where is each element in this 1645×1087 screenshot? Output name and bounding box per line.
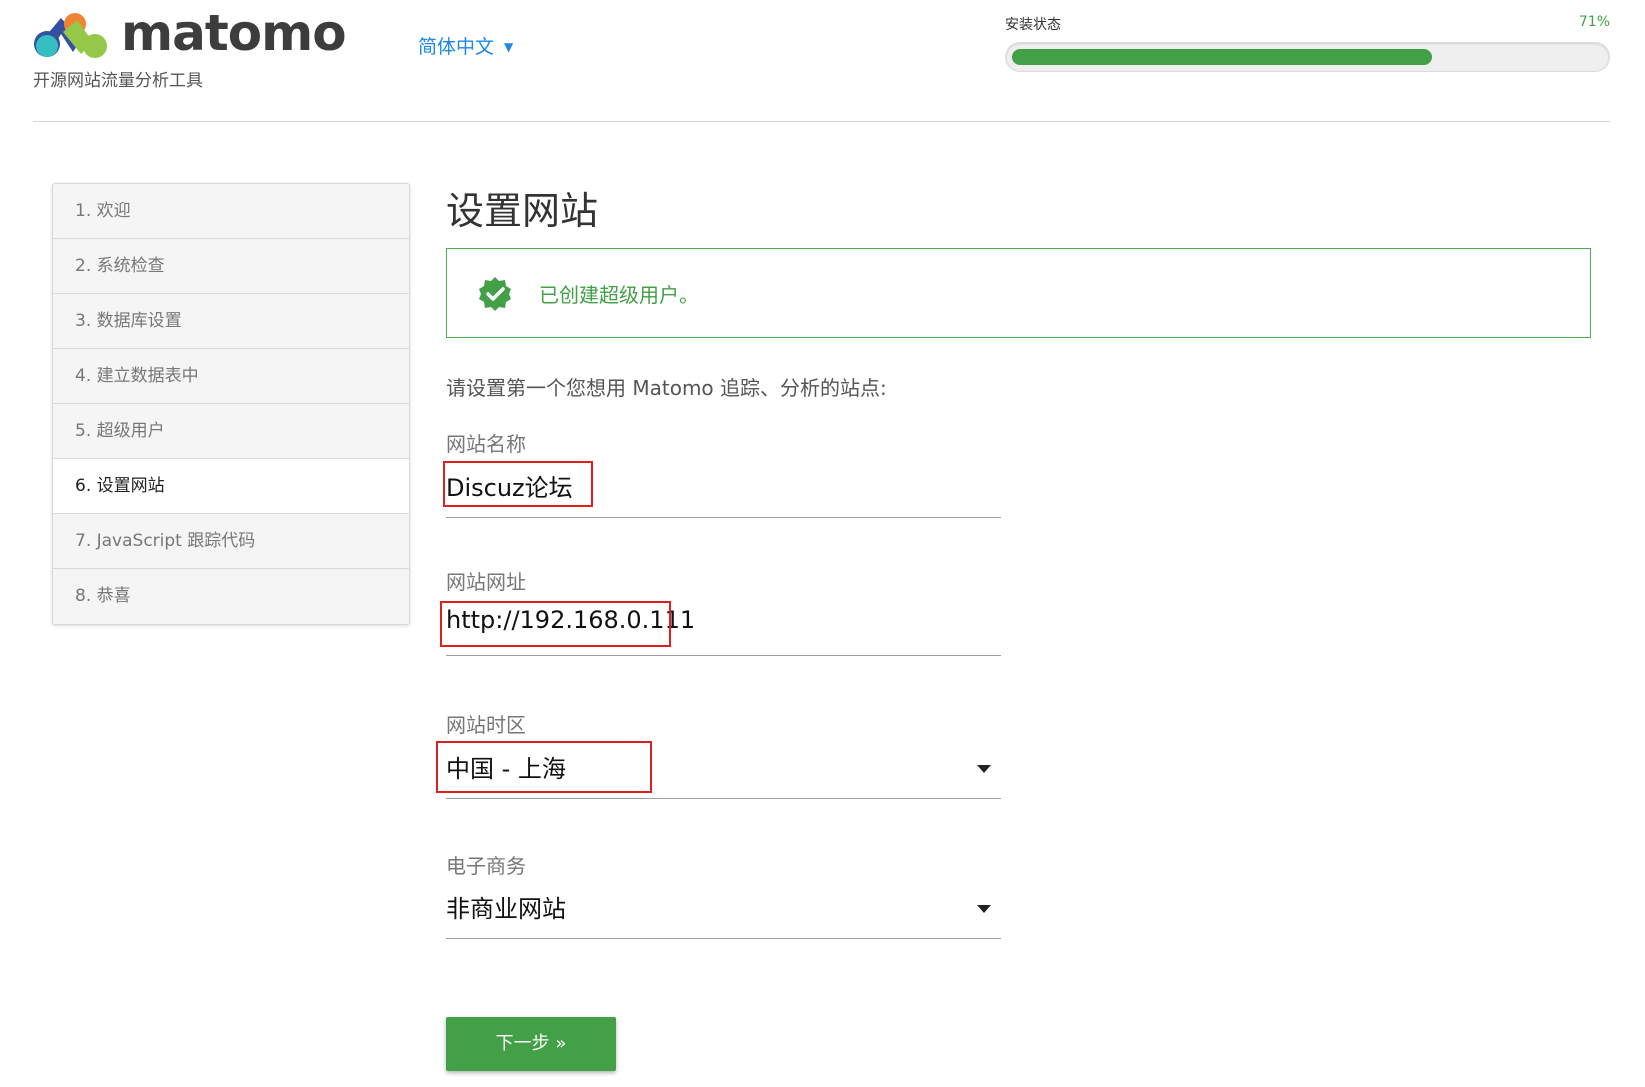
step-setup-website: 6. 设置网站 [53, 459, 409, 514]
success-notice: 已创建超级用户。 [446, 248, 1591, 338]
dropdown-arrow-icon [977, 765, 991, 773]
step-javascript-tracking: 7. JavaScript 跟踪代码 [53, 514, 409, 569]
caret-down-icon: ▼ [504, 40, 514, 54]
language-selector[interactable]: 简体中文 ▼ [418, 32, 513, 59]
matomo-logo[interactable]: matomo [33, 4, 373, 66]
step-database-setup: 3. 数据库设置 [53, 294, 409, 349]
next-button[interactable]: 下一步 » [446, 1017, 616, 1071]
step-welcome: 1. 欢迎 [53, 184, 409, 239]
step-congratulations: 8. 恭喜 [75, 586, 131, 606]
matomo-logo-icon [34, 13, 107, 58]
installation-steps: 1. 欢迎 2. 系统检查 3. 数据库设置 4. 建立数据表中 5. 超级用户… [52, 183, 410, 625]
step-superuser: 5. 超级用户 [53, 404, 409, 459]
page-title: 设置网站 [446, 189, 599, 233]
site-url-label: 网站网址 [446, 570, 526, 594]
header-divider [33, 121, 1610, 122]
ecommerce-label: 电子商务 [446, 854, 526, 878]
step-create-tables: 4. 建立数据表中 [53, 349, 409, 404]
tagline: 开源网站流量分析工具 [33, 71, 203, 91]
ecommerce-value: 非商业网站 [446, 895, 566, 923]
success-check-icon [479, 277, 511, 311]
ecommerce-select[interactable]: 非商业网站 [446, 879, 1001, 939]
highlight-box-site-url [440, 601, 671, 647]
progress-bar-fill [1012, 49, 1432, 65]
header: matomo 开源网站流量分析工具 简体中文 ▼ 安装状态 71% [0, 0, 1645, 122]
success-message: 已创建超级用户。 [539, 283, 699, 307]
highlight-box-site-name [443, 461, 593, 507]
language-label: 简体中文 [418, 36, 495, 58]
progress-percent: 71% [1578, 14, 1610, 30]
dropdown-arrow-icon [977, 905, 991, 913]
brand-name: matomo [121, 4, 347, 62]
site-name-label: 网站名称 [446, 432, 526, 456]
progress-bar [1005, 42, 1610, 72]
progress-label: 安装状态 [1005, 17, 1061, 33]
step-system-check: 2. 系统检查 [53, 239, 409, 294]
highlight-box-timezone [436, 741, 652, 793]
timezone-label: 网站时区 [446, 713, 526, 737]
intro-text: 请设置第一个您想用 Matomo 追踪、分析的站点: [446, 376, 887, 400]
